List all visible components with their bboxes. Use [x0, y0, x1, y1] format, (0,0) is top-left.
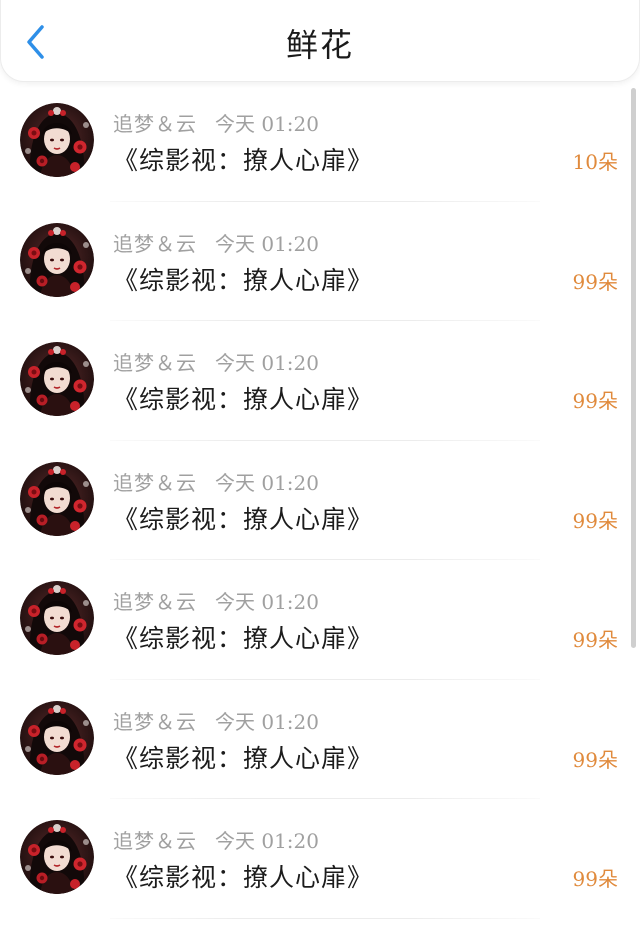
nav-bar: 鲜花 [0, 0, 640, 82]
item-meta: 追梦＆云 今天 01:20 [113, 347, 319, 376]
book-title: 《综影视：撩人心扉》 [113, 743, 374, 773]
book-title: 《综影视：撩人心扉》 [113, 265, 374, 295]
avatar[interactable] [20, 820, 94, 894]
avatar-art [20, 222, 94, 297]
flowers-page: 鲜花 追梦＆云 今天 01:20 《综影视：撩人心扉》 10朵 追梦＆云 今天 01… [0, 0, 640, 926]
book-title: 《综影视：撩人心扉》 [113, 504, 374, 534]
item-meta: 追梦＆云 今天 01:20 [113, 108, 319, 137]
item-meta: 追梦＆云 今天 01:20 [113, 825, 319, 854]
flower-count: 99朵 [572, 269, 618, 294]
list-item[interactable]: 追梦＆云 今天 01:20 《综影视：撩人心扉》 99朵 [0, 321, 640, 441]
avatar-art [20, 700, 94, 775]
book-title: 《综影视：撩人心扉》 [113, 624, 374, 653]
page-title: 鲜花 [285, 26, 354, 64]
item-meta: 追梦＆云 今天 01:20 [113, 228, 319, 257]
avatar[interactable] [20, 222, 94, 297]
author-name: 追梦＆云 [113, 829, 197, 853]
book-title: 《综影视：撩人心扉》 [113, 863, 374, 892]
divider [110, 917, 540, 919]
list-item[interactable]: 追梦＆云 今天 01:20 《综影视：撩人心扉》 99朵 [0, 560, 640, 680]
item-meta: 追梦＆云 今天 01:20 [113, 706, 319, 735]
flower-count: 99朵 [572, 747, 618, 772]
avatar[interactable] [20, 581, 94, 655]
avatar-art [20, 461, 94, 536]
author-name: 追梦＆云 [113, 590, 197, 614]
flower-count: 99朵 [572, 628, 618, 652]
avatar[interactable] [20, 461, 94, 536]
flower-list: 追梦＆云 今天 01:20 《综影视：撩人心扉》 10朵 追梦＆云 今天 01:20… [0, 82, 640, 919]
avatar-art [20, 103, 94, 177]
book-title: 《综影视：撩人心扉》 [113, 146, 374, 175]
list-item[interactable]: 追梦＆云 今天 01:20 《综影视：撩人心扉》 99朵 [0, 202, 640, 321]
avatar[interactable] [20, 103, 94, 177]
timestamp: 今天 01:20 [215, 709, 319, 734]
flower-count: 10朵 [572, 150, 618, 174]
timestamp: 今天 01:20 [215, 112, 319, 136]
avatar-art [20, 342, 94, 416]
avatar-art [20, 820, 94, 894]
item-meta: 追梦＆云 今天 01:20 [113, 467, 319, 496]
author-name: 追梦＆云 [113, 112, 197, 136]
avatar-art [20, 581, 94, 655]
flower-count: 99朵 [572, 389, 618, 413]
scrollbar[interactable] [631, 88, 636, 648]
timestamp: 今天 01:20 [215, 829, 319, 853]
author-name: 追梦＆云 [113, 351, 197, 375]
author-name: 追梦＆云 [113, 470, 197, 495]
timestamp: 今天 01:20 [215, 590, 319, 614]
list-item[interactable]: 追梦＆云 今天 01:20 《综影视：撩人心扉》 10朵 [0, 82, 640, 202]
item-meta: 追梦＆云 今天 01:20 [113, 586, 319, 615]
list-item[interactable]: 追梦＆云 今天 01:20 《综影视：撩人心扉》 99朵 [0, 799, 640, 919]
timestamp: 今天 01:20 [215, 231, 319, 256]
avatar[interactable] [20, 342, 94, 416]
author-name: 追梦＆云 [113, 709, 197, 734]
avatar[interactable] [20, 700, 94, 775]
flower-count: 99朵 [572, 867, 618, 891]
list-item[interactable]: 追梦＆云 今天 01:20 《综影视：撩人心扉》 99朵 [0, 441, 640, 560]
author-name: 追梦＆云 [113, 231, 197, 256]
timestamp: 今天 01:20 [215, 351, 319, 375]
list-item[interactable]: 追梦＆云 今天 01:20 《综影视：撩人心扉》 99朵 [0, 680, 640, 799]
timestamp: 今天 01:20 [215, 470, 319, 495]
flower-count: 99朵 [572, 508, 618, 533]
book-title: 《综影视：撩人心扉》 [113, 385, 374, 414]
